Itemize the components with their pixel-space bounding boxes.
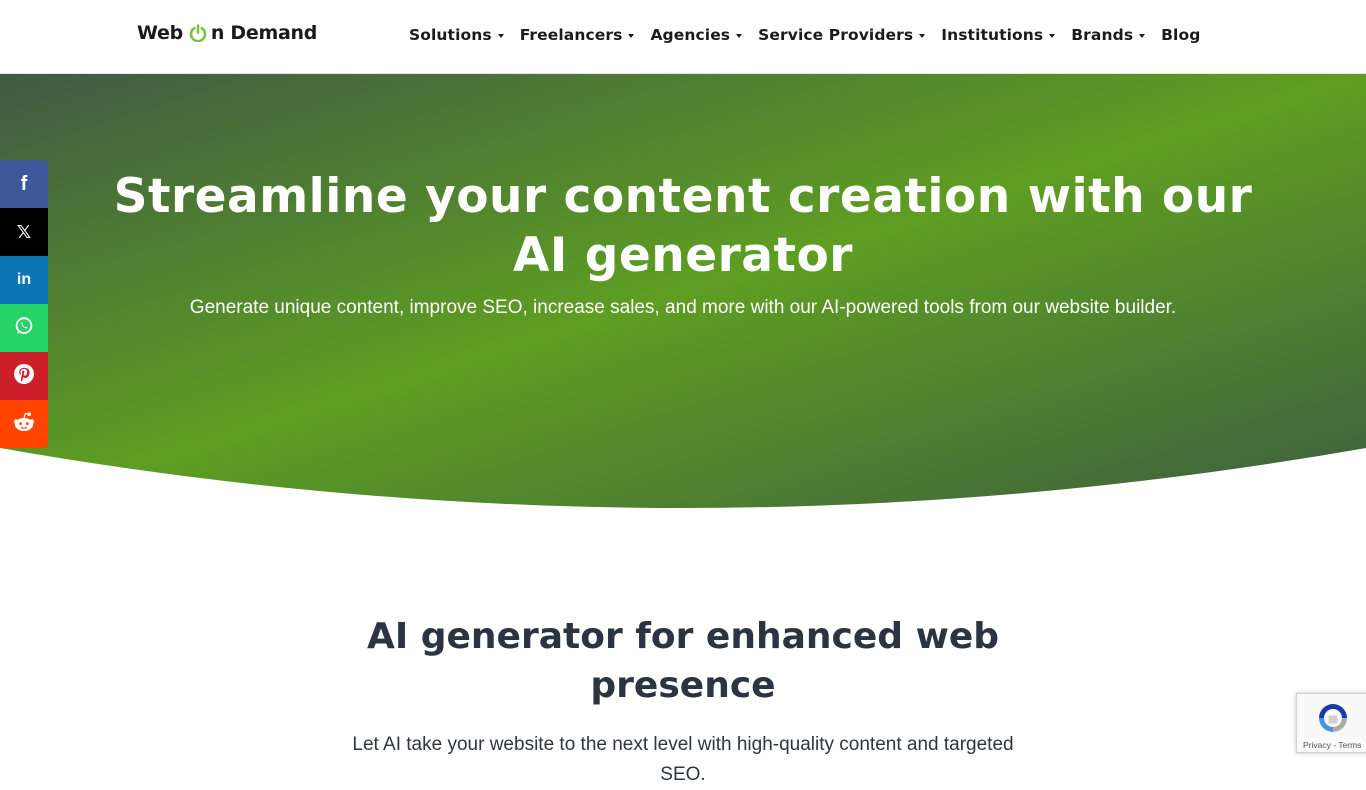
section-title-line2: presence [590,665,776,706]
nav-item-solutions[interactable]: Solutions [409,26,504,44]
logo-text-web: Web [137,22,183,44]
recaptcha-badge[interactable]: Privacy - Terms [1296,693,1366,753]
hero-section: Streamline your content creation with ou… [0,74,1366,514]
share-linkedin-button[interactable]: in [0,256,48,304]
caret-down-icon [628,34,635,38]
nav-item-freelancers[interactable]: Freelancers [520,26,635,44]
reddit-icon [12,411,36,438]
share-facebook-button[interactable]: f [0,160,48,208]
caret-down-icon [919,34,926,38]
nav-item-brands[interactable]: Brands [1071,26,1146,44]
nav-item-label: Institutions [941,26,1044,44]
caret-down-icon [1139,34,1146,38]
power-icon [189,24,207,43]
recaptcha-links: Privacy - Terms [1303,740,1361,750]
share-x-button[interactable]: 𝕏 [0,208,48,256]
nav-item-label: Agencies [650,26,731,44]
nav-item-agencies[interactable]: Agencies [650,26,743,44]
share-reddit-button[interactable] [0,400,48,448]
hero-subtitle: Generate unique content, improve SEO, in… [189,297,1177,318]
nav-item-service-providers[interactable]: Service Providers [758,26,926,44]
nav-item-blog[interactable]: Blog [1161,26,1200,44]
site-header: Web n Demand Solutions Freelancers Agenc… [0,0,1366,74]
recaptcha-terms-link[interactable]: Terms [1338,740,1361,750]
section-title-line1: AI generator for enhanced web [366,616,1000,657]
social-share-bar: f 𝕏 in [0,160,48,448]
nav-item-label: Service Providers [758,26,914,44]
recaptcha-privacy-link[interactable]: Privacy [1303,740,1331,750]
whatsapp-icon [14,316,34,341]
pinterest-icon [13,363,35,390]
nav-item-label: Blog [1161,26,1201,44]
facebook-icon: f [20,172,28,195]
caret-down-icon [736,34,743,38]
logo-text-demand: n Demand [210,22,318,44]
linkedin-icon: in [16,271,32,288]
section-text: Let AI take your website to the next lev… [352,734,1014,785]
nav-item-label: Solutions [409,26,492,44]
hero-title-line2: AI generator [513,228,853,283]
main-nav: Solutions Freelancers Agencies Service P… [409,26,1216,44]
hero-background [0,74,1366,508]
caret-down-icon [497,34,504,38]
hero-title-line1: Streamline your content creation with ou… [113,169,1253,224]
hero-title: Streamline your content creation with ou… [100,167,1266,285]
recaptcha-icon [1319,704,1347,732]
x-icon: 𝕏 [16,221,32,243]
nav-item-label: Freelancers [519,26,623,44]
nav-item-label: Brands [1071,26,1134,44]
caret-down-icon [1049,34,1056,38]
share-whatsapp-button[interactable] [0,304,48,352]
nav-item-institutions[interactable]: Institutions [941,26,1056,44]
section-title: AI generator for enhanced web presence [300,612,1066,710]
site-logo[interactable]: Web n Demand [137,21,317,45]
share-pinterest-button[interactable] [0,352,48,400]
